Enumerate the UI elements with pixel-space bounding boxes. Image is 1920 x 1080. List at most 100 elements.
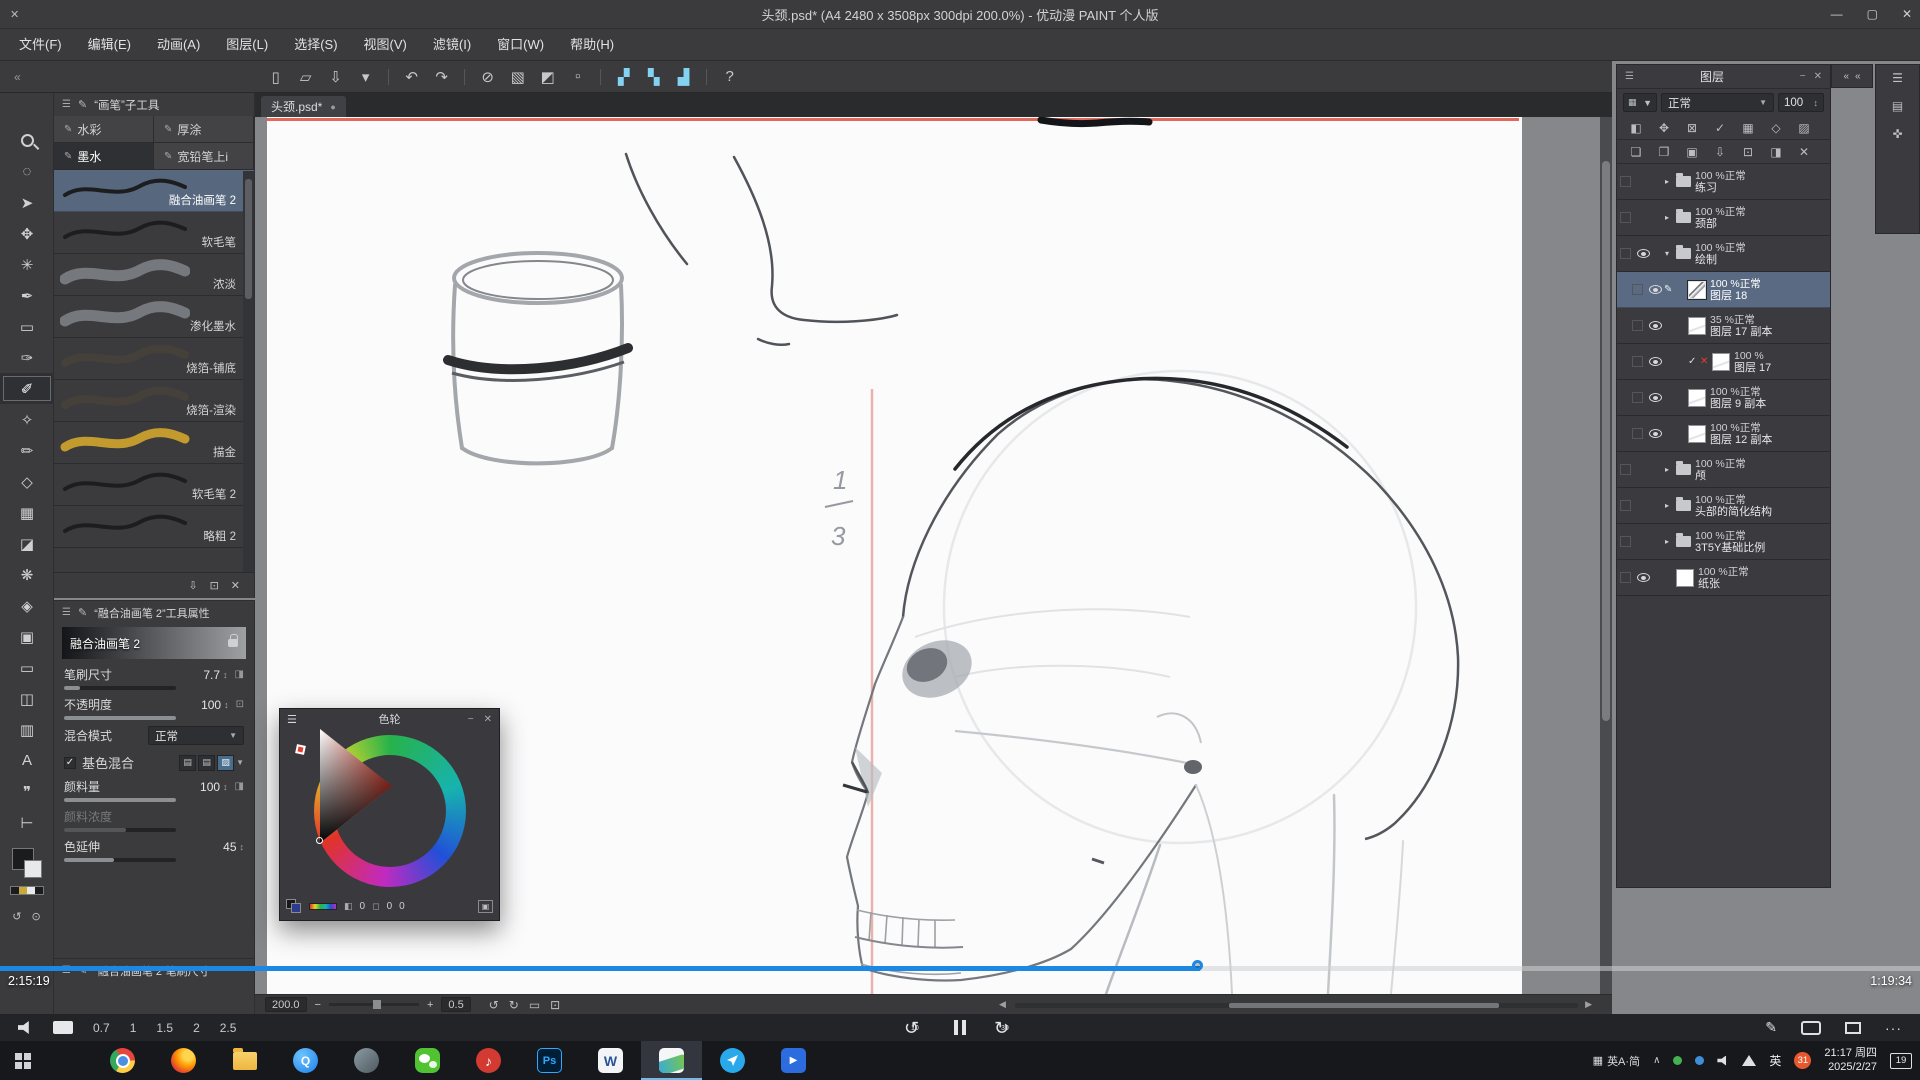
panel-close-icon[interactable]: ✕ <box>1814 71 1822 82</box>
panel-menu-icon[interactable]: ☰ <box>1892 71 1903 85</box>
layer-name[interactable]: 图层 18 <box>1710 290 1761 302</box>
toolbar-icon[interactable]: ⇩ <box>321 65 351 89</box>
subtool-scrollbar[interactable] <box>243 171 254 572</box>
video-progress-bar[interactable] <box>0 966 1920 971</box>
tab-close-icon[interactable]: ● <box>330 102 335 112</box>
layers-toolbar-icon[interactable]: ◇ <box>1763 118 1789 138</box>
menu-item[interactable]: 滤镜(I) <box>420 29 484 61</box>
layer-row[interactable]: ✎ ✓ ✕ 35 %正常 图层 17 副本 <box>1617 308 1830 344</box>
paint-amount-value[interactable]: 100 <box>200 780 220 794</box>
maximize-button[interactable]: ▢ <box>1867 7 1878 21</box>
taskbar-app[interactable]: W <box>580 1041 641 1080</box>
brush-list-item[interactable]: 软毛笔 <box>54 212 254 254</box>
toolbar-icon[interactable]: ↷ <box>427 65 457 89</box>
layer-row[interactable]: ✎ ▸ ✓ ✕ 100 %正常 练习 <box>1617 164 1830 200</box>
menu-item[interactable]: 帮助(H) <box>557 29 627 61</box>
taskbar-app[interactable] <box>336 1041 397 1080</box>
tool-button[interactable]: ❋ <box>0 559 54 590</box>
strip-zoom-icon[interactable]: ⊙ <box>32 910 41 923</box>
import-subtool-icon[interactable]: ⇩ <box>188 579 197 592</box>
layer-checkbox[interactable] <box>1632 392 1643 403</box>
layer-checkbox[interactable] <box>1620 248 1631 259</box>
layer-name[interactable]: 练习 <box>1695 182 1746 194</box>
layer-thumbnail[interactable] <box>1676 212 1691 223</box>
tool-button[interactable] <box>0 125 54 156</box>
tool-button[interactable]: ▦ <box>0 497 54 528</box>
dynamics-button[interactable]: ◨ <box>235 669 244 680</box>
tray-volume-icon[interactable] <box>1717 1056 1729 1066</box>
folder-expand-arrow[interactable]: ▾ <box>1665 249 1676 258</box>
layer-name[interactable]: 3T5Y基础比例 <box>1695 542 1765 554</box>
menu-item[interactable]: 文件(F) <box>6 29 75 61</box>
toolbar-icon[interactable]: ▫ <box>563 65 593 89</box>
zoom-out-icon[interactable]: − <box>315 999 321 1011</box>
layer-thumbnail[interactable] <box>1676 176 1691 187</box>
panel-menu-icon[interactable]: ☰ <box>1625 71 1634 82</box>
layer-visibility-eye-icon[interactable] <box>1649 321 1662 330</box>
forward-30-button[interactable]: ↻30 <box>994 1018 1016 1038</box>
layer-name[interactable]: 绘制 <box>1695 254 1746 266</box>
taskbar-app[interactable]: ♪ <box>458 1041 519 1080</box>
playback-speed-option[interactable]: 1 <box>130 1021 137 1035</box>
layer-row[interactable]: ✎ ✓ ✕ 100 %正常 纸张 <box>1617 560 1830 596</box>
layer-checkbox[interactable] <box>1632 320 1643 331</box>
tool-button[interactable]: ✐ <box>0 373 54 404</box>
layer-thumbnail[interactable] <box>1676 536 1691 547</box>
layer-visibility-eye-icon[interactable] <box>1649 429 1662 438</box>
rotate-right-icon[interactable]: ↻ <box>509 998 519 1012</box>
folder-expand-arrow[interactable]: ▸ <box>1665 537 1676 546</box>
spinner-icon[interactable]: ↕ <box>223 670 228 680</box>
duplicate-subtool-icon[interactable]: ⊡ <box>210 579 219 592</box>
fullscreen-icon[interactable] <box>1845 1022 1861 1034</box>
subtool-tab[interactable]: ✎墨水 <box>54 143 154 169</box>
color-stretch-slider[interactable] <box>64 858 176 862</box>
sv-marker[interactable] <box>316 837 323 844</box>
ime-status-strip[interactable]: 英A·简 <box>1607 1053 1640 1069</box>
layers-toolbar-icon[interactable]: ▨ <box>1791 118 1817 138</box>
tool-button[interactable]: ✳ <box>0 249 54 280</box>
dock-collapse-bar[interactable]: «« <box>1831 64 1873 88</box>
layer-thumbnail[interactable] <box>1676 569 1694 587</box>
playback-speed-option[interactable]: 2.5 <box>220 1021 237 1035</box>
layer-thumbnail[interactable] <box>1688 317 1706 335</box>
tool-button[interactable]: ➤ <box>0 187 54 218</box>
toolbar-icon[interactable]: ▞ <box>609 65 639 89</box>
layer-checkbox[interactable] <box>1620 464 1631 475</box>
more-options-icon[interactable]: ··· <box>1885 1020 1902 1036</box>
panel-menu-icon[interactable]: ☰ <box>62 99 71 110</box>
layer-checkbox[interactable] <box>1620 212 1631 223</box>
tool-button[interactable]: ▭ <box>0 652 54 683</box>
tool-button[interactable]: ✧ <box>0 404 54 435</box>
tool-button[interactable]: ▣ <box>0 621 54 652</box>
brush-list-item[interactable]: 渗化墨水 <box>54 296 254 338</box>
toolbar-icon[interactable]: ▧ <box>503 65 533 89</box>
layer-row[interactable]: ✎ ▸ ✓ ✕ 100 %正常 头部的简化结构 <box>1617 488 1830 524</box>
playback-speed-option[interactable]: 2 <box>193 1021 200 1035</box>
layer-thumbnail[interactable] <box>1688 281 1706 299</box>
zoom-value[interactable]: 200.0 <box>265 997 307 1012</box>
palette-color-combo[interactable]: ▦▼ <box>1623 93 1657 112</box>
layer-row[interactable]: ✎ ▸ ✓ ✕ 100 %正常 颅 <box>1617 452 1830 488</box>
layer-checkbox[interactable] <box>1620 500 1631 511</box>
unread-count-badge[interactable]: 31 <box>1794 1052 1811 1069</box>
playback-speed-option[interactable]: 0.7 <box>93 1021 110 1035</box>
mix-option-2[interactable]: ▤ <box>198 755 215 771</box>
color-stretch-value[interactable]: 45 <box>223 840 236 854</box>
toolbar-icon[interactable]: ▯ <box>261 65 291 89</box>
taskbar-app[interactable] <box>92 1041 153 1080</box>
layers-action-icon[interactable]: ✕ <box>1791 142 1817 162</box>
layer-row[interactable]: ✎ ✓ ✕ 100 % 图层 17 <box>1617 344 1830 380</box>
taskbar-app[interactable] <box>397 1041 458 1080</box>
mix-option-3[interactable]: ▨ <box>217 755 234 771</box>
lock-icon[interactable] <box>228 639 238 647</box>
taskbar-app[interactable] <box>153 1041 214 1080</box>
opacity-value[interactable]: 100 <box>201 698 221 712</box>
taskbar-app[interactable] <box>214 1041 275 1080</box>
tool-button[interactable]: ✑ <box>0 342 54 373</box>
tool-button[interactable]: ◌ <box>0 156 54 187</box>
layers-action-icon[interactable]: ◨ <box>1763 142 1789 162</box>
toolbar-icon[interactable]: ⊘ <box>473 65 503 89</box>
minimize-button[interactable]: — <box>1831 7 1843 21</box>
volume-icon[interactable] <box>18 1021 33 1034</box>
layer-blend-mode-select[interactable]: 正常▼ <box>1661 93 1774 112</box>
